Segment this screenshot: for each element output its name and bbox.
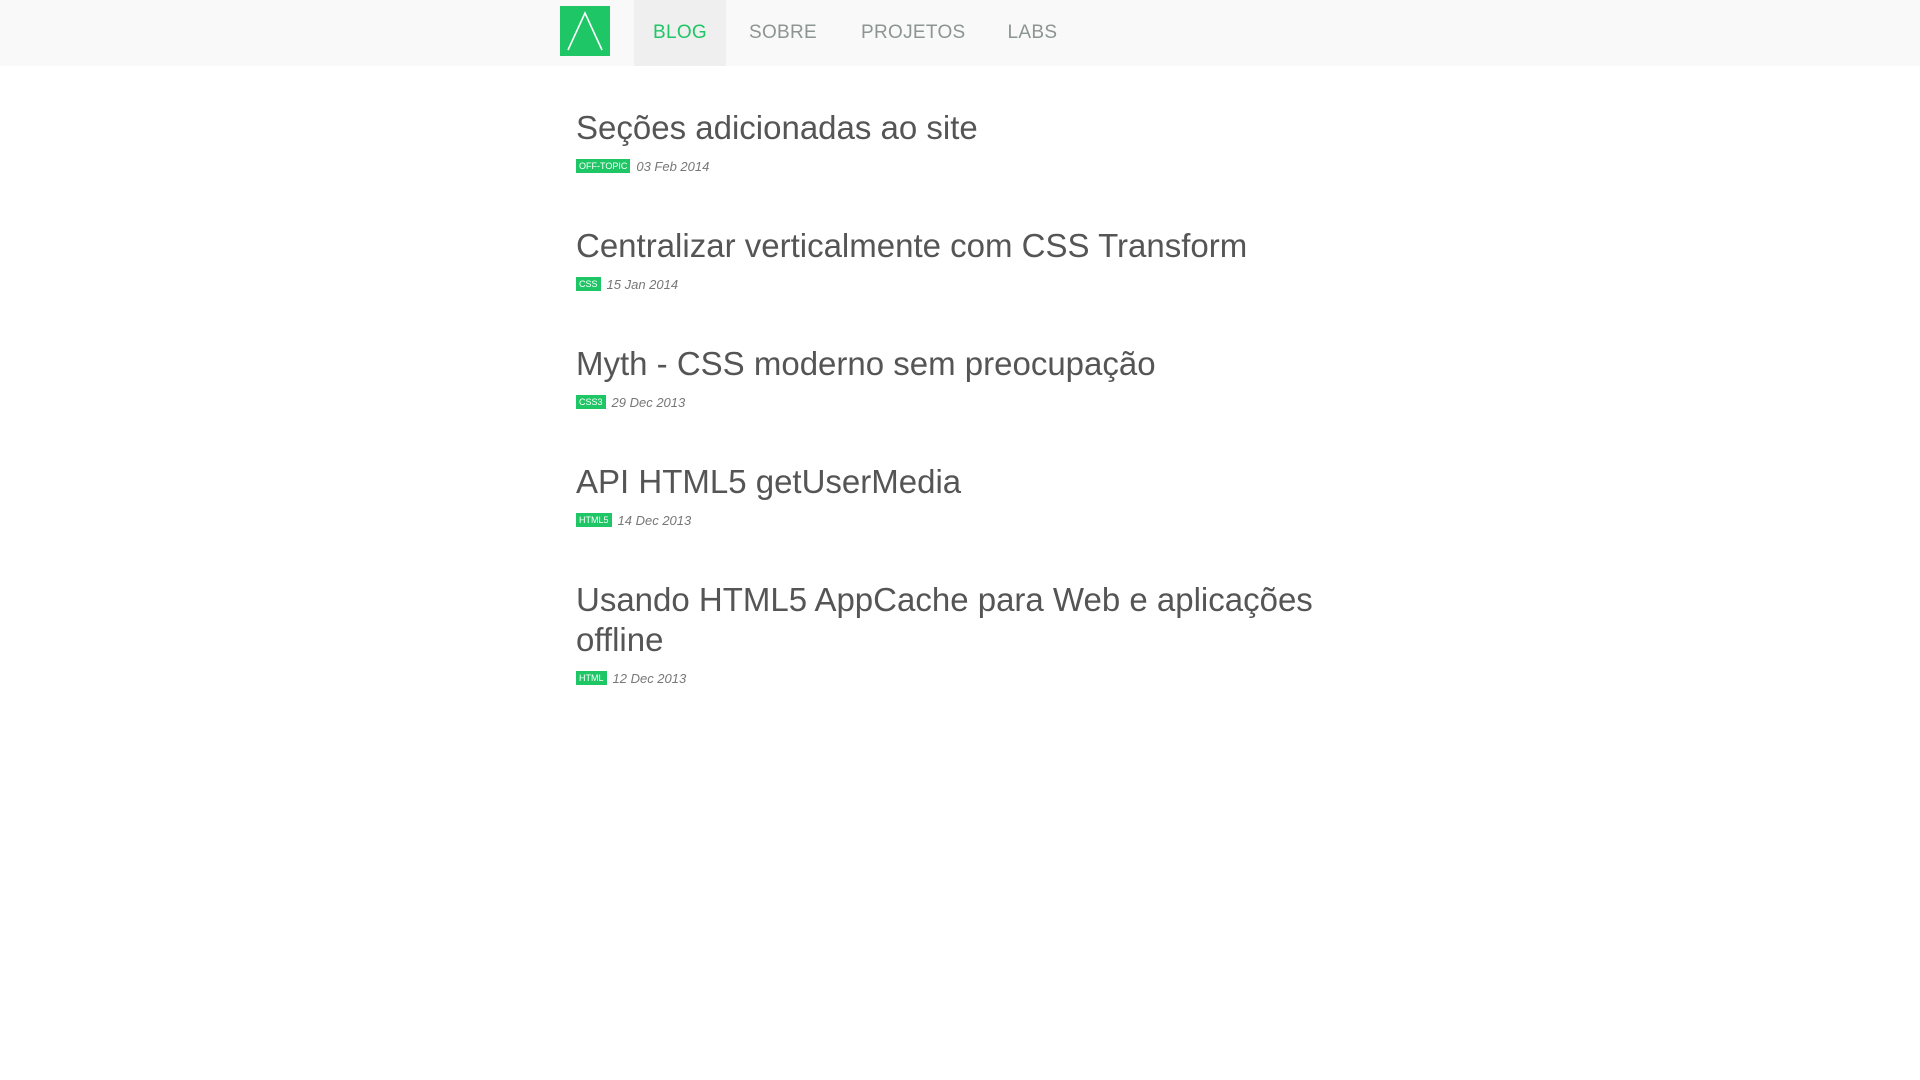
post-tag-badge[interactable]: OFF-TOPIC — [576, 159, 631, 173]
post-meta: HTML 12 Dec 2013 — [576, 670, 1336, 686]
post-date: 03 Feb 2014 — [636, 158, 710, 174]
post-meta: OFF-TOPIC 03 Feb 2014 — [576, 158, 1336, 174]
nav-item-labs[interactable]: LABS — [987, 0, 1079, 66]
main-nav: BLOG SOBRE PROJETOS LABS — [560, 0, 1078, 66]
post-item: Usando HTML5 AppCache para Web e aplicaç… — [576, 580, 1336, 686]
post-title-link[interactable]: Centralizar verticalmente com CSS Transf… — [576, 226, 1336, 266]
post-meta: CSS 15 Jan 2014 — [576, 276, 1336, 292]
post-tag-badge[interactable]: CSS — [576, 277, 601, 291]
nav-item-projetos[interactable]: PROJETOS — [840, 0, 986, 66]
post-meta: CSS3 29 Dec 2013 — [576, 394, 1336, 410]
post-item: Centralizar verticalmente com CSS Transf… — [576, 226, 1336, 292]
post-title-link[interactable]: Myth - CSS moderno sem preocupação — [576, 344, 1336, 384]
post-list: Seções adicionadas ao site OFF-TOPIC 03 … — [576, 108, 1336, 738]
nav-item-blog[interactable]: BLOG — [634, 0, 726, 66]
post-title-link[interactable]: Usando HTML5 AppCache para Web e aplicaç… — [576, 580, 1336, 660]
post-title-link[interactable]: Seções adicionadas ao site — [576, 108, 1336, 148]
post-item: Myth - CSS moderno sem preocupação CSS3 … — [576, 344, 1336, 410]
logo-icon[interactable] — [560, 6, 610, 56]
post-meta: HTML5 14 Dec 2013 — [576, 512, 1336, 528]
post-item: Seções adicionadas ao site OFF-TOPIC 03 … — [576, 108, 1336, 174]
post-tag-badge[interactable]: HTML5 — [576, 513, 612, 527]
post-tag-badge[interactable]: CSS3 — [576, 395, 606, 409]
post-title-link[interactable]: API HTML5 getUserMedia — [576, 462, 1336, 502]
logo-peak-icon — [567, 11, 603, 51]
post-date: 15 Jan 2014 — [606, 276, 679, 292]
post-date: 12 Dec 2013 — [612, 670, 687, 686]
top-navigation-bar: BLOG SOBRE PROJETOS LABS — [0, 0, 1920, 66]
post-date: 29 Dec 2013 — [611, 394, 686, 410]
post-date: 14 Dec 2013 — [617, 512, 692, 528]
post-item: API HTML5 getUserMedia HTML5 14 Dec 2013 — [576, 462, 1336, 528]
post-tag-badge[interactable]: HTML — [576, 671, 607, 685]
nav-item-sobre[interactable]: SOBRE — [726, 0, 840, 66]
